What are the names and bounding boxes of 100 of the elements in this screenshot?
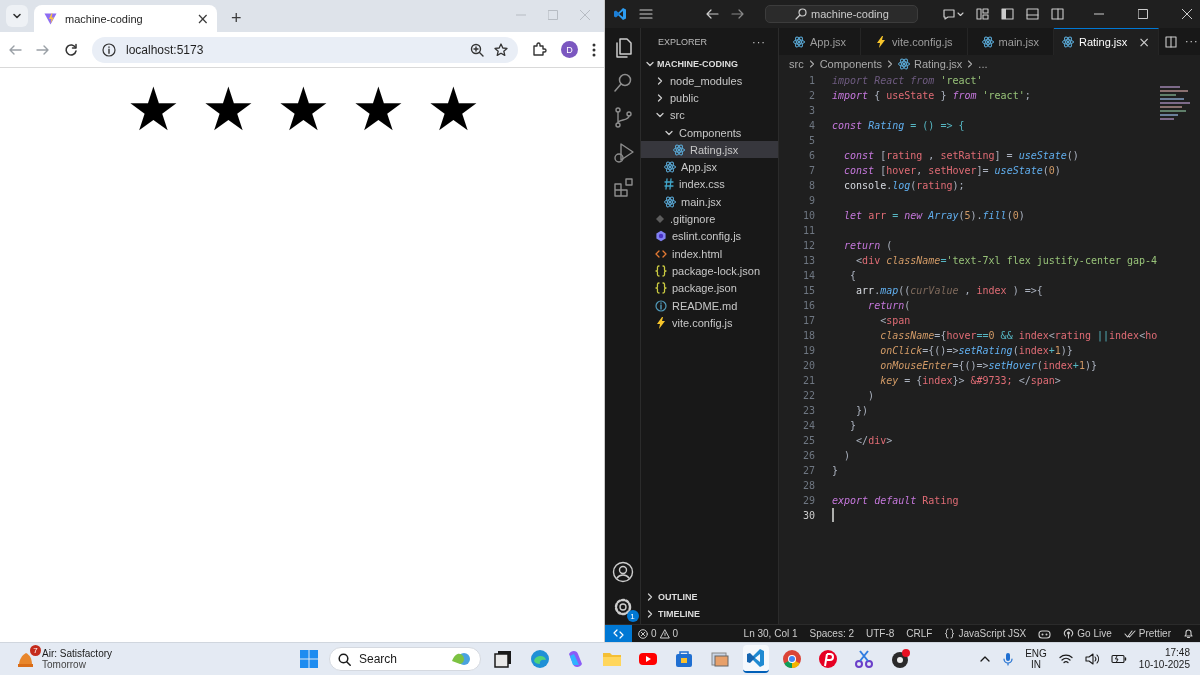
zoom-in-icon[interactable] — [470, 42, 484, 57]
search-icon[interactable] — [611, 71, 634, 93]
wifi-icon[interactable] — [1058, 653, 1073, 665]
folder-item[interactable]: node_modules — [641, 72, 778, 90]
profile-avatar[interactable]: D — [561, 41, 578, 58]
diamond-icon — [655, 214, 665, 224]
extensions-icon[interactable] — [611, 176, 634, 198]
more-actions-button[interactable]: ··· — [752, 35, 766, 48]
line-number: 8 — [807, 179, 816, 193]
star-outline-icon[interactable] — [494, 42, 508, 57]
hash-icon — [664, 178, 674, 191]
rating-star[interactable]: ★ — [416, 76, 491, 142]
line-number: 19 — [801, 344, 816, 358]
info-icon[interactable] — [102, 42, 116, 57]
file-item[interactable]: package.json — [641, 279, 778, 297]
search-field[interactable]: Search — [329, 647, 481, 671]
browser-tab[interactable]: machine-coding × — [34, 5, 217, 32]
command-center-search[interactable]: machine-coding — [765, 5, 919, 23]
rating-star[interactable]: ★ — [266, 76, 341, 142]
layout-icon[interactable] — [976, 8, 990, 20]
minimap-drawing[interactable] — [1160, 86, 1192, 120]
breadcrumb-item[interactable]: Rating.jsx — [898, 57, 963, 70]
panel-bottom-icon[interactable] — [1026, 8, 1040, 20]
new-tab-button[interactable]: + — [227, 9, 246, 27]
code-line: onMouseEnter={()=>setHover(index+1)} — [879, 359, 1097, 373]
tab-close-button[interactable]: × — [1138, 36, 1150, 48]
weather-widget[interactable]: 7 Air: Satisfactory Tomorrow — [0, 648, 299, 670]
problems-status[interactable]: 0 0 — [632, 628, 685, 639]
tab-close-button[interactable]: × — [196, 11, 209, 26]
account-icon[interactable] — [611, 561, 634, 583]
file-item[interactable]: App.jsx — [641, 158, 778, 176]
file-item[interactable]: package-lock.json — [641, 262, 778, 280]
tab-search-button[interactable] — [6, 5, 28, 27]
status-item[interactable]: UTF-8 — [860, 628, 901, 639]
code-editor-logo-icon[interactable] — [743, 645, 769, 673]
status-item[interactable]: CRLF — [900, 628, 939, 639]
status-item[interactable]: Go Live — [1057, 628, 1118, 639]
close-icon[interactable] — [1182, 9, 1192, 19]
reload-icon[interactable] — [64, 42, 78, 57]
folder-item[interactable]: public — [641, 89, 778, 107]
file-item[interactable]: .gitignore — [641, 210, 778, 228]
microphone-icon[interactable] — [1003, 652, 1014, 666]
more-vertical-icon[interactable] — [592, 42, 596, 57]
more-actions-button[interactable]: ··· — [1185, 35, 1199, 48]
split-editor-icon[interactable] — [1165, 35, 1177, 48]
breadcrumb-item[interactable]: ... — [978, 57, 988, 70]
folder-item[interactable]: Components — [641, 123, 778, 142]
file-item[interactable]: index.css — [641, 175, 778, 194]
editor-tab[interactable]: App.jsx — [779, 28, 862, 55]
back-arrow-icon[interactable] — [705, 8, 720, 20]
input-language[interactable]: ENG IN — [1025, 648, 1047, 670]
volume-icon[interactable] — [1084, 653, 1099, 665]
remote-button[interactable] — [605, 625, 632, 642]
workspace-root[interactable]: MACHINE-CODING — [641, 55, 778, 72]
code-line: const [hover, setHover]= useState(0) — [843, 164, 1061, 178]
double-check-icon — [1123, 628, 1136, 639]
line-number: 21 — [801, 374, 816, 388]
rating-star[interactable]: ★ — [191, 76, 266, 142]
chevron-right-icon — [886, 59, 895, 68]
status-item[interactable]: Prettier — [1117, 628, 1177, 639]
sidebar-right-icon[interactable] — [1051, 8, 1065, 20]
editor-tab[interactable]: Rating.jsx × — [1053, 28, 1159, 55]
menu-icon[interactable] — [639, 8, 653, 20]
editor-tab[interactable]: vite.config.js — [861, 28, 968, 55]
lightning-icon — [655, 316, 667, 329]
editor-tab[interactable]: main.jsx — [967, 28, 1054, 55]
breadcrumb-item[interactable]: Components — [819, 57, 883, 70]
file-item[interactable]: eslint.config.js — [641, 227, 778, 245]
line-number: 25 — [801, 434, 816, 448]
sidebar-left-icon[interactable] — [1001, 8, 1015, 20]
atom-icon — [673, 143, 685, 156]
braces-icon — [655, 282, 667, 295]
forward-arrow-icon[interactable] — [731, 8, 746, 20]
status-item[interactable]: Spaces: 2 — [803, 628, 860, 639]
weather-title: Air: Satisfactory — [42, 648, 113, 659]
collapsed-section[interactable]: TIMELINE — [641, 605, 778, 622]
breadcrumb-item[interactable]: src — [789, 57, 804, 70]
file-item[interactable]: index.html — [641, 244, 778, 263]
battery-icon[interactable] — [1110, 654, 1127, 664]
run-debug-icon[interactable] — [611, 141, 634, 163]
address-bar[interactable]: localhost:5173 — [92, 36, 518, 63]
line-number: 3 — [807, 104, 816, 118]
puzzle-icon[interactable] — [532, 42, 547, 57]
status-item[interactable]: Ln 30, Col 1 — [737, 628, 804, 639]
file-item[interactable]: Rating.jsx — [641, 141, 778, 159]
file-item[interactable]: README.md — [641, 296, 778, 315]
clock[interactable]: 17:48 10-10-2025 — [1138, 647, 1190, 671]
windows-logo-icon[interactable] — [299, 649, 319, 669]
rating-star[interactable]: ★ — [341, 76, 416, 142]
rating-star[interactable]: ★ — [116, 76, 191, 142]
chat-sparkle-icon[interactable] — [942, 8, 965, 20]
collapsed-section[interactable]: OUTLINE — [641, 588, 778, 605]
line-number: 16 — [801, 299, 816, 313]
maximize-icon[interactable] — [1138, 9, 1149, 19]
status-item[interactable]: JavaScript JSX — [938, 628, 1033, 639]
atom-icon — [981, 35, 994, 48]
file-item[interactable]: main.jsx — [641, 193, 778, 211]
folder-item[interactable]: src — [641, 106, 778, 124]
file-item[interactable]: vite.config.js — [641, 314, 778, 332]
line-number: 10 — [801, 209, 816, 223]
